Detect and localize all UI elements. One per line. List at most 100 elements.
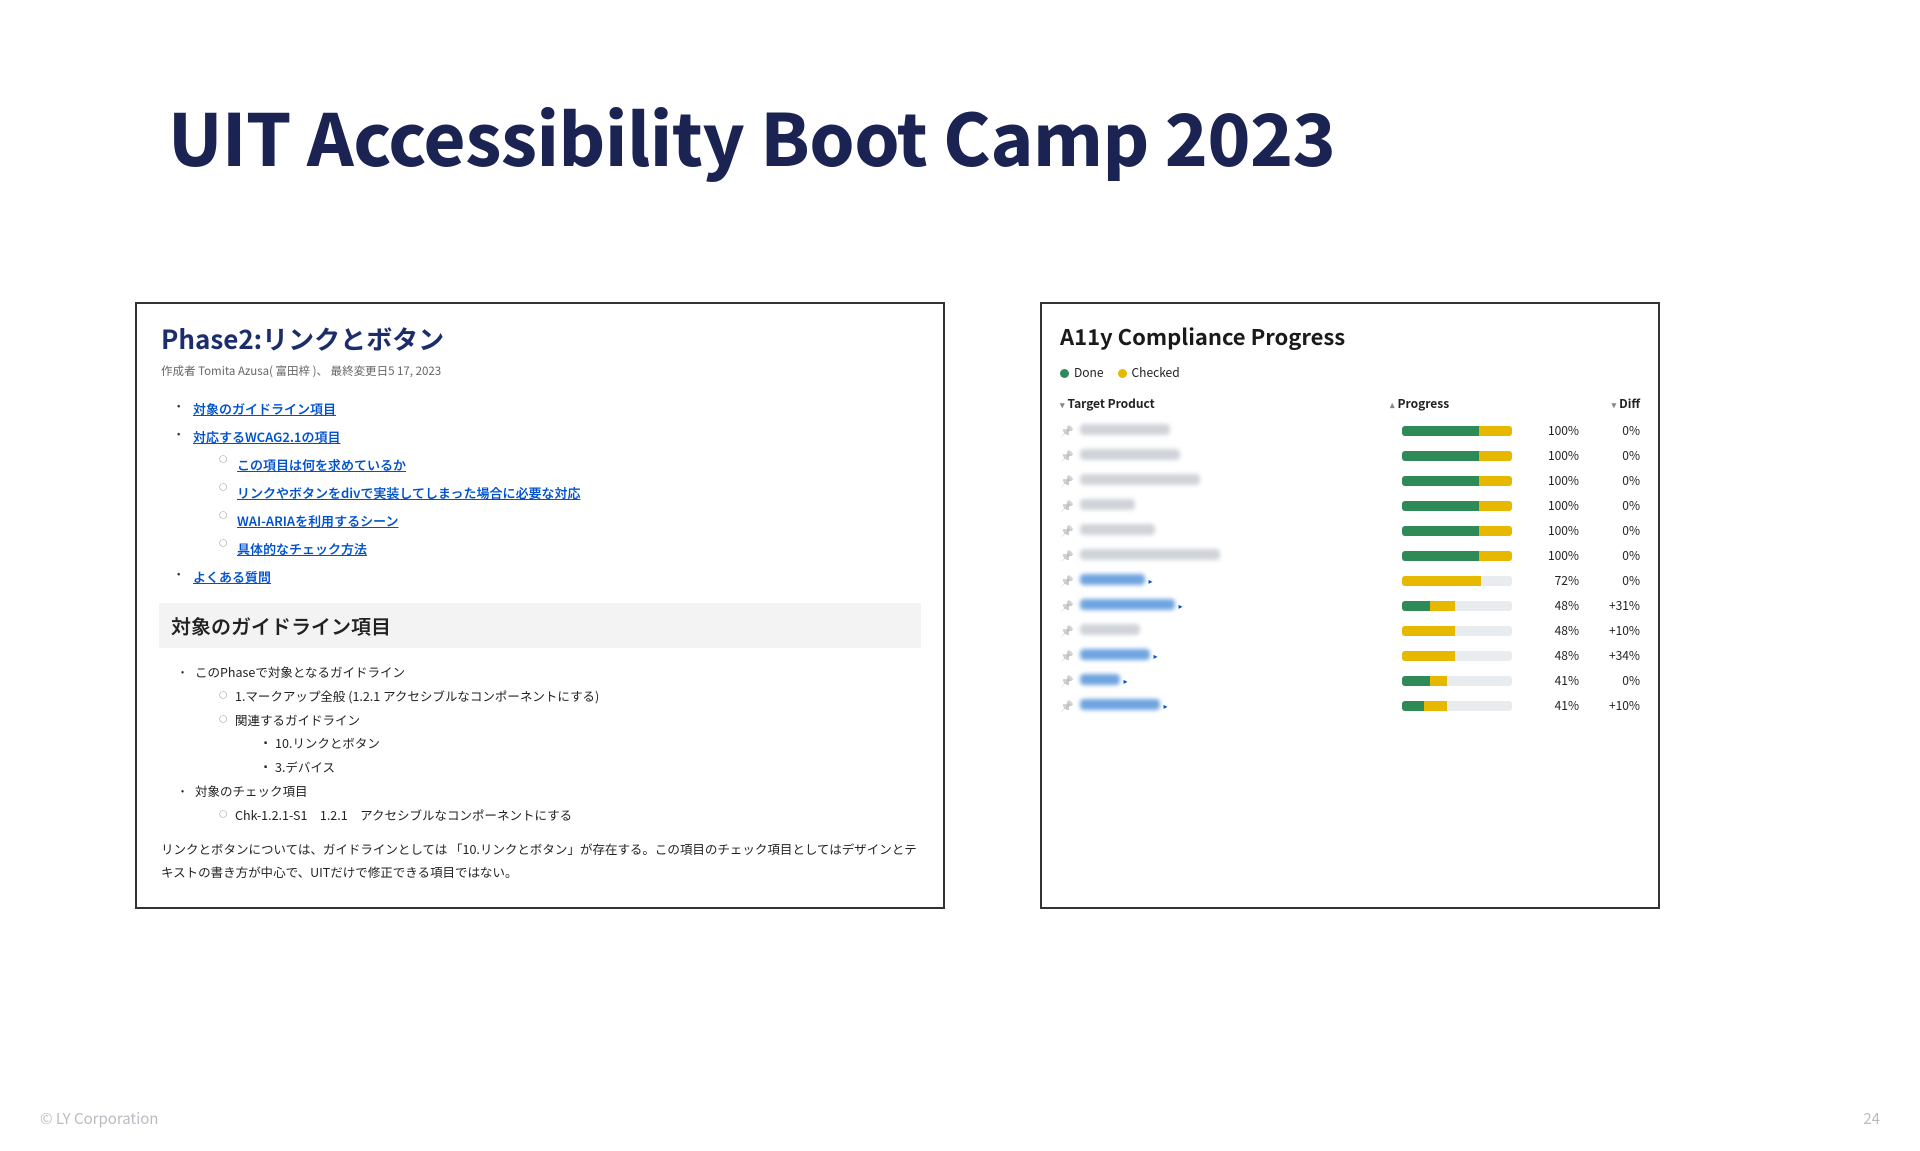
body-l3b: 3.デバイス [275,757,335,776]
progress-pct: 100% [1537,547,1585,564]
product-name-redacted [1080,449,1180,460]
row-product: 📌 [1060,522,1402,539]
progress-pct: 41% [1537,697,1585,714]
progress-bar [1402,451,1537,461]
author-line: 作成者 Tomita Azusa( 富田梓 )、 最終変更日5 17, 2023 [161,363,919,379]
product-name-redacted [1080,624,1140,635]
progress-bar [1402,526,1537,536]
footer-copyright: © LY Corporation [40,1108,158,1129]
diff-value: +31% [1585,597,1640,614]
row-product: 📌 [1060,422,1402,439]
pin-icon: 📌 [1060,673,1074,689]
sort-icon[interactable]: ▾ [1612,398,1617,411]
progress-pct: 100% [1537,497,1585,514]
pin-icon: 📌 [1060,473,1074,489]
row-product: 📌 ▸ [1060,572,1402,589]
progress-bar [1402,651,1537,661]
progress-bar [1402,676,1537,686]
link-icon: ▸ [1152,651,1158,662]
progress-pct: 72% [1537,572,1585,589]
legend: Done Checked [1060,364,1640,381]
pin-icon: 📌 [1060,598,1074,614]
th-progress[interactable]: Progress [1398,395,1450,412]
progress-bar [1402,626,1537,636]
progress-pct: 48% [1537,597,1585,614]
progress-bar [1402,551,1537,561]
toc-link-2[interactable]: 対応するWCAG2.1の項目 [193,427,340,446]
progress-bar [1402,476,1537,486]
product-name-redacted [1080,499,1135,510]
toc-sublink-1[interactable]: この項目は何を求めているか [237,455,406,474]
toc-sublink-4[interactable]: 具体的なチェック方法 [237,539,367,558]
row-product: 📌 [1060,472,1402,489]
table-row: 📌 100%0% [1060,493,1640,518]
table-row: 📌100%0% [1060,443,1640,468]
toc-link-1[interactable]: 対象のガイドライン項目 [193,399,336,418]
diff-value: 0% [1585,522,1640,539]
diff-value: 0% [1585,672,1640,689]
toc-sublink-3[interactable]: WAI-ARIAを利用するシーン [237,511,398,530]
row-product: 📌 [1060,447,1402,464]
progress-title: A11y Compliance Progress [1060,320,1640,352]
pin-icon: 📌 [1060,573,1074,589]
sort-icon[interactable]: ▾ [1060,398,1065,411]
product-name-redacted [1080,674,1120,685]
diff-value: 0% [1585,422,1640,439]
table-row: 📌100%0% [1060,418,1640,443]
link-icon: ▸ [1162,701,1168,712]
progress-bar [1402,426,1537,436]
link-icon: ▸ [1177,601,1183,612]
pin-icon: 📌 [1060,698,1074,714]
diff-value: +34% [1585,647,1640,664]
pin-icon: 📌 [1060,423,1074,439]
legend-checked-dot [1118,369,1127,378]
diff-value: +10% [1585,697,1640,714]
row-product: 📌 [1060,497,1402,514]
th-product[interactable]: Target Product [1068,395,1155,412]
body-l2a: 1.マークアップ全般 (1.2.1 アクセシブルなコンポーネントにする) [235,686,599,705]
pin-icon: 📌 [1060,498,1074,514]
row-product: 📌 [1060,622,1402,639]
link-icon: ▸ [1147,576,1153,587]
table-row: 📌48%+10% [1060,618,1640,643]
document-panel: Phase2:リンクとボタン 作成者 Tomita Azusa( 富田梓 )、 … [135,302,945,909]
product-name-redacted [1080,699,1160,710]
toc-sublink-2[interactable]: リンクやボタンをdivで実装してしまった場合に必要な対応 [237,483,581,502]
table-row: 📌100%0% [1060,543,1640,568]
progress-pct: 100% [1537,522,1585,539]
table-row: 📌 ▸ 41%+10% [1060,693,1640,718]
diff-value: 0% [1585,497,1640,514]
progress-bar [1402,701,1537,711]
link-icon: ▸ [1122,676,1128,687]
progress-pct: 100% [1537,472,1585,489]
progress-pct: 41% [1537,672,1585,689]
table-row: 📌100%0% [1060,468,1640,493]
pin-icon: 📌 [1060,523,1074,539]
section-header: 対象のガイドライン項目 [159,603,921,648]
body-l2b: 関連するガイドライン [235,710,360,729]
slide-title: UIT Accessibility Boot Camp 2023 [168,82,1920,187]
progress-bar [1402,501,1537,511]
product-name-redacted [1080,574,1145,585]
progress-pct: 48% [1537,647,1585,664]
body-l1b: 対象のチェック項目 [195,781,308,800]
diff-value: 0% [1585,547,1640,564]
product-name-redacted [1080,649,1150,660]
legend-done-dot [1060,369,1069,378]
pin-icon: 📌 [1060,448,1074,464]
progress-bar [1402,601,1537,611]
toc-link-3[interactable]: よくある質問 [193,567,271,586]
product-name-redacted [1080,524,1155,535]
row-product: 📌 ▸ [1060,697,1402,714]
row-product: 📌 ▸ [1060,597,1402,614]
sort-icon[interactable]: ▴ [1390,398,1395,411]
body-l3a: 10.リンクとボタン [275,733,380,752]
product-name-redacted [1080,474,1200,485]
body-l1a: このPhaseで対象となるガイドライン [195,662,405,681]
row-product: 📌 ▸ [1060,647,1402,664]
table-row: 📌 ▸ 41%0% [1060,668,1640,693]
progress-bar [1402,576,1537,586]
body-l2c: Chk-1.2.1-S1 1.2.1 アクセシブルなコンポーネントにする [235,805,572,824]
th-diff[interactable]: Diff [1619,395,1640,412]
phase-title: Phase2:リンクとボタン [161,320,919,357]
